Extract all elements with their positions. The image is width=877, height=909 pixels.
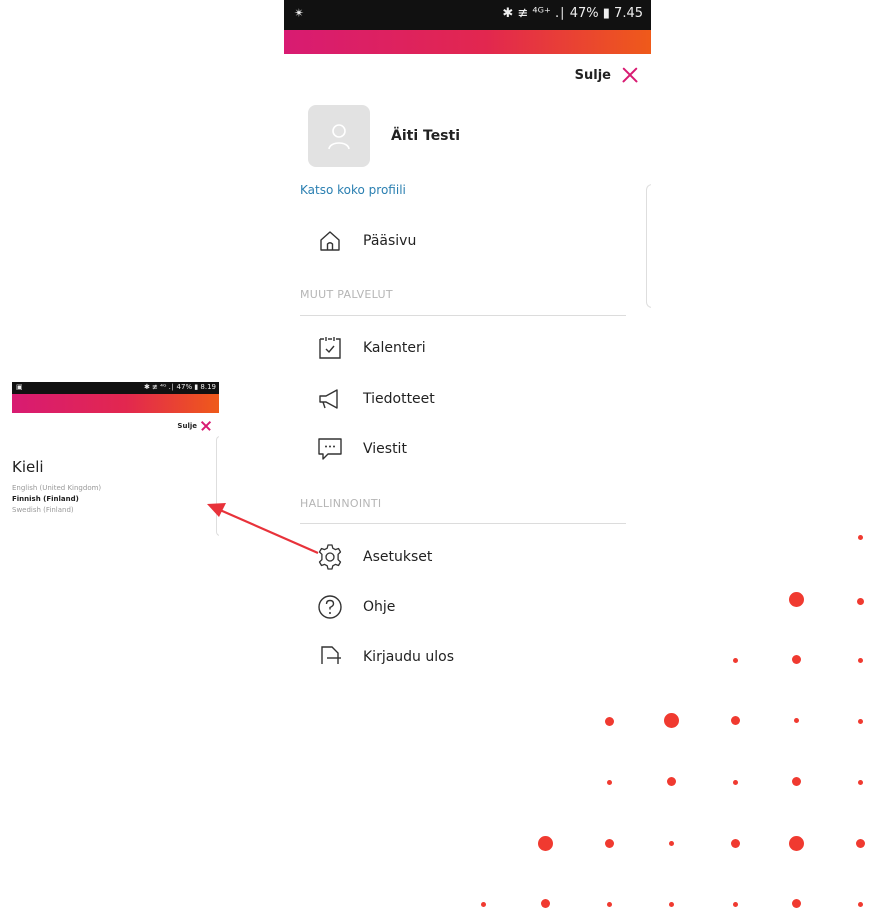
decorative-dot <box>857 779 863 785</box>
close-label: Sulje <box>574 67 611 83</box>
menu-item-settings[interactable]: Asetukset <box>316 542 432 572</box>
language-screen: ▣ ✱ ≢ ⁴ᴳ .∣ 47% ▮ 8.19 Sulje Kieli Engli… <box>12 382 219 547</box>
menu-item-label: Pääsivu <box>363 233 417 249</box>
close-button[interactable]: Sulje <box>177 421 211 431</box>
decorative-dot <box>606 901 612 907</box>
help-icon <box>316 593 344 621</box>
decorative-dot <box>668 901 674 907</box>
message-icon <box>316 435 344 463</box>
decorative-dot <box>732 901 738 907</box>
decorative-dot <box>732 657 738 663</box>
decorative-dot <box>793 717 799 723</box>
menu-item-home[interactable]: Pääsivu <box>316 226 416 256</box>
decorative-dot <box>668 840 674 846</box>
decorative-dot <box>857 901 863 907</box>
decorative-dot <box>791 776 801 786</box>
divider <box>300 315 626 316</box>
language-option-finnish[interactable]: Finnish (Finland) <box>12 495 79 503</box>
view-profile-link[interactable]: Katso koko profiili <box>300 183 406 197</box>
close-icon <box>621 66 639 84</box>
section-title-other-services: MUUT PALVELUT <box>300 288 393 301</box>
decorative-dot <box>857 657 863 663</box>
logout-icon <box>316 643 344 664</box>
divider <box>300 523 626 524</box>
decorative-dot <box>537 835 553 851</box>
status-right: ✱ ≢ ⁴ᴳ⁺ .∣ 47% ▮ 7.45 <box>502 6 643 21</box>
avatar[interactable] <box>308 105 370 167</box>
close-label: Sulje <box>177 422 197 430</box>
header-gradient-bar <box>284 30 651 54</box>
decorative-dot <box>540 898 550 908</box>
gear-icon <box>316 543 344 571</box>
decorative-dot <box>666 776 676 786</box>
decorative-dot <box>791 898 801 908</box>
user-icon <box>328 124 350 150</box>
user-name: Äiti Testi <box>391 128 461 144</box>
menu-item-logout[interactable]: Kirjaudu ulos <box>316 642 454 664</box>
decorative-dot <box>855 838 865 848</box>
status-left: ▣ <box>16 383 23 391</box>
calendar-icon <box>316 334 344 362</box>
decorative-dot <box>856 597 864 605</box>
scroll-edge <box>646 184 651 308</box>
menu-item-announcements[interactable]: Tiedotteet <box>316 384 435 414</box>
status-bar: ✴ ✱ ≢ ⁴ᴳ⁺ .∣ 47% ▮ 7.45 <box>284 0 651 30</box>
language-option-english[interactable]: English (United Kingdom) <box>12 484 101 492</box>
language-title: Kieli <box>12 458 44 476</box>
menu-item-label: Ohje <box>363 599 396 615</box>
decorative-dot <box>788 835 804 851</box>
status-left: ✴ <box>294 6 305 20</box>
close-icon <box>201 421 211 431</box>
menu-item-label: Asetukset <box>363 549 433 565</box>
decorative-dot <box>604 716 614 726</box>
section-title-administration: HALLINNOINTI <box>300 497 382 510</box>
decorative-dot <box>730 715 740 725</box>
menu-item-help[interactable]: Ohje <box>316 592 395 622</box>
decorative-dot <box>604 838 614 848</box>
decorative-dot <box>480 901 486 907</box>
decorative-dot <box>791 654 801 664</box>
decorative-dot <box>788 591 804 607</box>
status-bar: ▣ ✱ ≢ ⁴ᴳ .∣ 47% ▮ 8.19 <box>12 382 219 394</box>
decorative-dot <box>857 534 863 540</box>
home-icon <box>316 227 344 255</box>
menu-item-calendar[interactable]: Kalenteri <box>316 333 426 363</box>
menu-item-messages[interactable]: Viestit <box>316 434 407 464</box>
menu-item-label: Kirjaudu ulos <box>363 649 454 664</box>
decorative-dot <box>606 779 612 785</box>
decorative-dot <box>857 718 863 724</box>
header-gradient-bar <box>12 394 219 413</box>
close-button[interactable]: Sulje <box>575 66 639 84</box>
decorative-dot <box>663 712 679 728</box>
menu-item-label: Viestit <box>363 441 407 457</box>
language-option-swedish[interactable]: Swedish (Finland) <box>12 506 74 514</box>
menu-item-label: Tiedotteet <box>363 391 435 407</box>
megaphone-icon <box>316 385 344 413</box>
main-phone-screen: ✴ ✱ ≢ ⁴ᴳ⁺ .∣ 47% ▮ 7.45 Sulje Äiti Testi… <box>284 0 651 664</box>
decorative-dot <box>730 838 740 848</box>
menu-item-label: Kalenteri <box>363 340 426 356</box>
status-right: ✱ ≢ ⁴ᴳ .∣ 47% ▮ 8.19 <box>143 383 216 391</box>
decorative-dot <box>732 779 738 785</box>
scroll-edge <box>216 436 219 536</box>
